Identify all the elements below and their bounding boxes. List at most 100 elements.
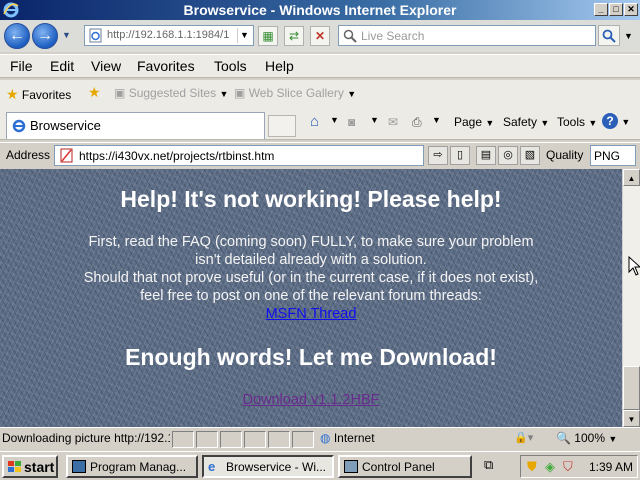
go-button[interactable]: ⇨ xyxy=(428,146,448,165)
globe-icon: ◍ xyxy=(320,431,331,445)
add-to-favorites-icon[interactable]: ★ xyxy=(88,84,101,101)
status-segment xyxy=(244,431,266,448)
scroll-thumb[interactable] xyxy=(623,366,640,410)
zoom-control[interactable]: 🔍 100% ▼ xyxy=(556,431,617,445)
page-content: Help! It's not working! Please help! Fir… xyxy=(0,169,622,427)
start-button[interactable]: start xyxy=(2,455,58,478)
show-desktop-icon[interactable]: ⧉ xyxy=(484,457,493,473)
web-slice-gallery-link[interactable]: ▣ Web Slice Gallery ▼ xyxy=(234,86,356,100)
favorites-label: Favorites xyxy=(21,88,72,102)
page-icon xyxy=(89,28,102,43)
clipboard-icon[interactable]: ▧ xyxy=(520,146,540,165)
help-paragraph-line-4: feel free to post on one of the relevant… xyxy=(140,288,482,304)
taskbar: start Program Manag... e Browservice - W… xyxy=(0,451,640,480)
close-button[interactable]: ✕ xyxy=(624,3,638,16)
compatibility-view-icon[interactable]: ▦ xyxy=(258,26,278,46)
menu-tools[interactable]: Tools xyxy=(214,58,247,74)
security-zone[interactable]: ◍ Internet xyxy=(320,431,375,445)
feeds-dropdown[interactable]: ▼ xyxy=(370,115,379,125)
control-panel-icon xyxy=(344,460,358,473)
msfn-thread-link[interactable]: MSFN Thread xyxy=(266,306,357,322)
save-icon[interactable]: ▤ xyxy=(476,146,496,165)
tools-menu[interactable]: Tools ▼ xyxy=(557,115,597,129)
suggested-sites-label: Suggested Sites xyxy=(128,86,217,100)
search-options-dropdown[interactable]: ▼ xyxy=(624,31,633,41)
start-label: start xyxy=(24,459,55,475)
star-icon: ★ xyxy=(6,86,19,102)
taskbar-program-manager[interactable]: Program Manag... xyxy=(66,455,198,478)
search-button[interactable] xyxy=(598,25,620,46)
scroll-down-button[interactable]: ▼ xyxy=(623,410,640,427)
menu-file[interactable]: File xyxy=(10,58,33,74)
help-heading: Help! It's not working! Please help! xyxy=(120,186,502,212)
mail-icon[interactable]: ✉ xyxy=(388,115,398,129)
url-field[interactable]: http://192.168.1.1:1984/1 ▼ xyxy=(84,25,254,46)
menu-edit[interactable]: Edit xyxy=(50,58,74,74)
find-icon[interactable]: ◎ xyxy=(498,146,518,165)
page-icon: ▣ xyxy=(114,86,126,100)
system-tray: ⛊ ◈ ⛉ 1:39 AM xyxy=(520,455,638,478)
tab-browservice[interactable]: Browservice xyxy=(6,112,265,139)
maximize-button[interactable]: □ xyxy=(609,3,623,16)
menu-bar: File Edit View Favorites Tools Help xyxy=(0,54,640,78)
tab-row: Browservice ⌂ ▼ ◙ ▼ ✉ ⎙ ▼ Page ▼ Safety … xyxy=(0,108,640,140)
address-input[interactable]: https://i430vx.net/projects/rtbinst.htm xyxy=(54,145,424,166)
taskbar-control-panel[interactable]: Control Panel xyxy=(338,455,472,478)
refresh-icon[interactable]: ⇄ xyxy=(284,26,304,46)
address-dropdown-button[interactable]: ▼ xyxy=(237,28,251,43)
feeds-icon[interactable]: ◙ xyxy=(348,115,355,129)
new-tab-button[interactable] xyxy=(268,115,296,137)
home-icon[interactable]: ⌂ xyxy=(310,113,319,130)
help-paragraph-line-3: Should that not prove useful (or in the … xyxy=(83,270,539,286)
title-bar: Browservice - Windows Internet Explorer … xyxy=(0,0,640,20)
page-menu[interactable]: Page ▼ xyxy=(454,115,494,129)
safety-menu[interactable]: Safety ▼ xyxy=(503,115,549,129)
help-button[interactable]: ? ▼ xyxy=(602,113,630,129)
status-bar: Downloading picture http://192.168.1.1:1… xyxy=(0,427,640,449)
windows-flag-icon xyxy=(8,461,21,472)
status-segment xyxy=(172,431,194,448)
chevron-down-icon: ▼ xyxy=(219,89,229,99)
minimize-button[interactable]: _ xyxy=(594,3,608,16)
search-box[interactable]: Live Search xyxy=(338,25,596,46)
menu-favorites[interactable]: Favorites xyxy=(137,58,195,74)
menu-help[interactable]: Help xyxy=(265,58,294,74)
clock: 1:39 AM xyxy=(589,460,634,474)
arrow-left-icon: ← xyxy=(9,27,25,44)
page-menu-label: Page xyxy=(454,115,483,129)
stop-icon[interactable]: ✕ xyxy=(310,26,330,46)
network-icon[interactable]: ◈ xyxy=(545,459,555,475)
safety-menu-label: Safety xyxy=(503,115,538,129)
download-link[interactable]: Download v1.1.2HBF xyxy=(242,392,379,408)
security-shield-icon[interactable]: ⛊ xyxy=(527,459,537,475)
menu-view[interactable]: View xyxy=(91,58,121,74)
go-arrow-icon: ⇨ xyxy=(433,149,443,161)
quality-select[interactable]: PNG xyxy=(590,145,636,166)
alert-shield-icon[interactable]: ⛉ xyxy=(563,459,573,475)
suggested-sites-link[interactable]: ▣ Suggested Sites ▼ xyxy=(114,86,228,100)
home-dropdown[interactable]: ▼ xyxy=(330,115,339,125)
mouse-cursor-icon xyxy=(628,256,640,276)
program-manager-icon xyxy=(72,460,86,473)
protected-mode-icon[interactable]: 🔒▾ xyxy=(514,431,533,444)
forward-button[interactable]: → xyxy=(32,23,58,49)
vertical-scrollbar[interactable]: ▲ ▼ xyxy=(622,169,640,427)
recent-pages-dropdown[interactable]: ▼ xyxy=(62,30,71,40)
tools-menu-label: Tools xyxy=(557,115,586,129)
address-label: Address xyxy=(6,148,51,162)
ie-page-icon xyxy=(12,119,26,133)
favorites-bar: ★ Favorites ★ ▣ Suggested Sites ▼ ▣ Web … xyxy=(0,80,640,108)
address-url: https://i430vx.net/projects/rtbinst.htm xyxy=(79,149,275,163)
taskbar-browservice[interactable]: e Browservice - Wi... xyxy=(202,455,334,478)
chevron-down-icon: ▼ xyxy=(347,89,357,99)
scroll-up-button[interactable]: ▲ xyxy=(623,169,640,186)
print-icon[interactable]: ⎙ xyxy=(412,115,422,130)
taskbar-button-label: Control Panel xyxy=(362,460,435,474)
back-button[interactable]: ← xyxy=(4,23,30,49)
url-text: http://192.168.1.1:1984/1 xyxy=(107,29,230,41)
status-message: Downloading picture http://192.168.1.1:1… xyxy=(2,431,170,445)
status-segment xyxy=(292,431,314,448)
favorites-button[interactable]: ★ Favorites xyxy=(6,86,71,103)
bookmark-icon[interactable]: ▯ xyxy=(450,146,470,165)
print-dropdown[interactable]: ▼ xyxy=(432,115,441,125)
